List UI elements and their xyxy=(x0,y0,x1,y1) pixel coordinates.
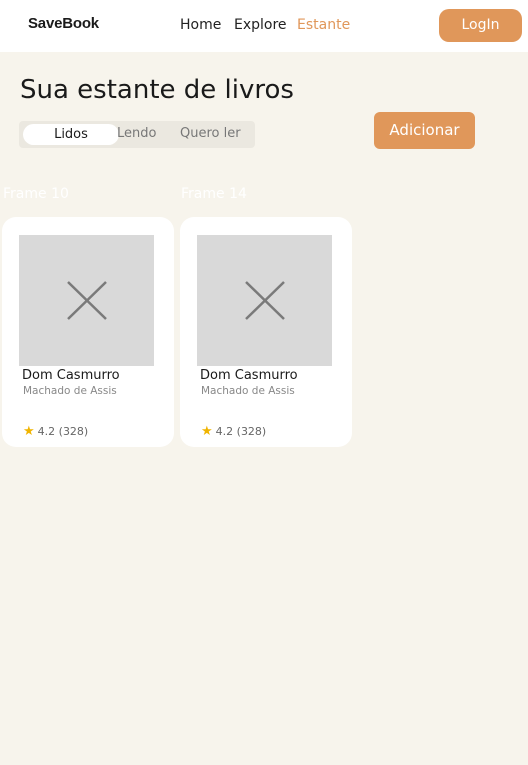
book-cover-placeholder xyxy=(197,235,332,366)
book-rating: ★ 4.2 (328) xyxy=(201,424,266,439)
star-icon: ★ xyxy=(201,424,213,439)
top-navbar: SaveBook Home Explore Estante LogIn xyxy=(0,0,528,52)
book-card[interactable]: Dom Casmurro Machado de Assis ★ 4.2 (328) xyxy=(180,217,352,447)
page-title: Sua estante de livros xyxy=(20,75,294,105)
book-cover-placeholder xyxy=(19,235,154,366)
app-logo[interactable]: SaveBook xyxy=(28,15,99,32)
nav-link-estante[interactable]: Estante xyxy=(297,17,350,33)
frame-label: Frame 14 xyxy=(181,186,247,202)
book-author: Machado de Assis xyxy=(201,385,295,397)
close-icon xyxy=(67,281,107,320)
shelf-tabs: Lidos Lendo Quero ler xyxy=(19,121,255,148)
rating-value: 4.2 (328) xyxy=(37,425,89,438)
book-title: Dom Casmurro xyxy=(22,368,120,383)
nav-link-home[interactable]: Home xyxy=(180,17,221,33)
tab-lidos[interactable]: Lidos xyxy=(23,124,119,145)
book-title: Dom Casmurro xyxy=(200,368,298,383)
login-button[interactable]: LogIn xyxy=(439,9,522,42)
tab-lendo[interactable]: Lendo xyxy=(117,126,156,141)
book-card[interactable]: Dom Casmurro Machado de Assis ★ 4.2 (328) xyxy=(2,217,174,447)
book-author: Machado de Assis xyxy=(23,385,117,397)
rating-value: 4.2 (328) xyxy=(215,425,267,438)
frame-label: Frame 10 xyxy=(3,186,69,202)
close-icon xyxy=(245,281,285,320)
star-icon: ★ xyxy=(23,424,35,439)
nav-link-explore[interactable]: Explore xyxy=(234,17,287,33)
book-rating: ★ 4.2 (328) xyxy=(23,424,88,439)
add-book-button[interactable]: Adicionar xyxy=(374,112,475,149)
tab-quero-ler[interactable]: Quero ler xyxy=(180,126,241,141)
